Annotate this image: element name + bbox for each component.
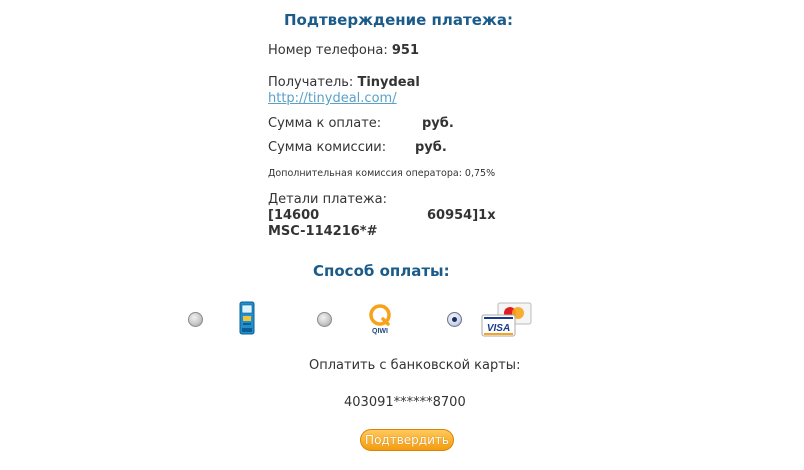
recipient-value: Tinydeal (357, 75, 420, 90)
masked-card-number: 403091******8700 (344, 395, 466, 410)
recipient-link[interactable]: http://tinydeal.com/ (268, 91, 397, 106)
fee-currency: руб. (415, 140, 447, 155)
fee-label: Сумма комиссии: (268, 140, 387, 155)
operator-fee-note: Дополнительная комиссия оператора: 0,75% (268, 168, 496, 179)
phone-row: Номер телефона: 951 (268, 43, 419, 58)
phone-label: Номер телефона: (268, 43, 388, 58)
page-title: Подтверждение платежа: (284, 11, 513, 29)
payment-details-label: Детали платежа: (268, 192, 387, 207)
qiwi-text: QIWI (372, 328, 388, 335)
qiwi-logo-icon[interactable]: QIWI (364, 302, 396, 336)
payment-details-line1b: 60954]1x (427, 208, 496, 223)
visa-text: VISA (487, 323, 510, 334)
recipient-row: Получатель: Tinydeal (268, 75, 420, 90)
radio-qiwi[interactable] (317, 312, 332, 327)
card-pay-label: Оплатить с банковской карты: (309, 358, 521, 373)
payment-method-title: Способ оплаты: (313, 262, 450, 280)
radio-card[interactable] (447, 312, 462, 327)
confirm-button[interactable]: Подтвердить (360, 429, 454, 451)
amount-currency: руб. (422, 116, 454, 131)
visa-mastercard-icon[interactable]: VISA (480, 302, 534, 338)
payment-terminal-icon[interactable] (238, 301, 256, 335)
payment-details-line2: MSC-114216*# (268, 224, 378, 239)
radio-terminal[interactable] (188, 312, 203, 327)
recipient-label: Получатель: (268, 75, 354, 90)
payment-details-line1a: [14600 (268, 208, 320, 223)
phone-value: 951 (391, 43, 419, 58)
amount-label: Сумма к оплате: (268, 116, 382, 131)
